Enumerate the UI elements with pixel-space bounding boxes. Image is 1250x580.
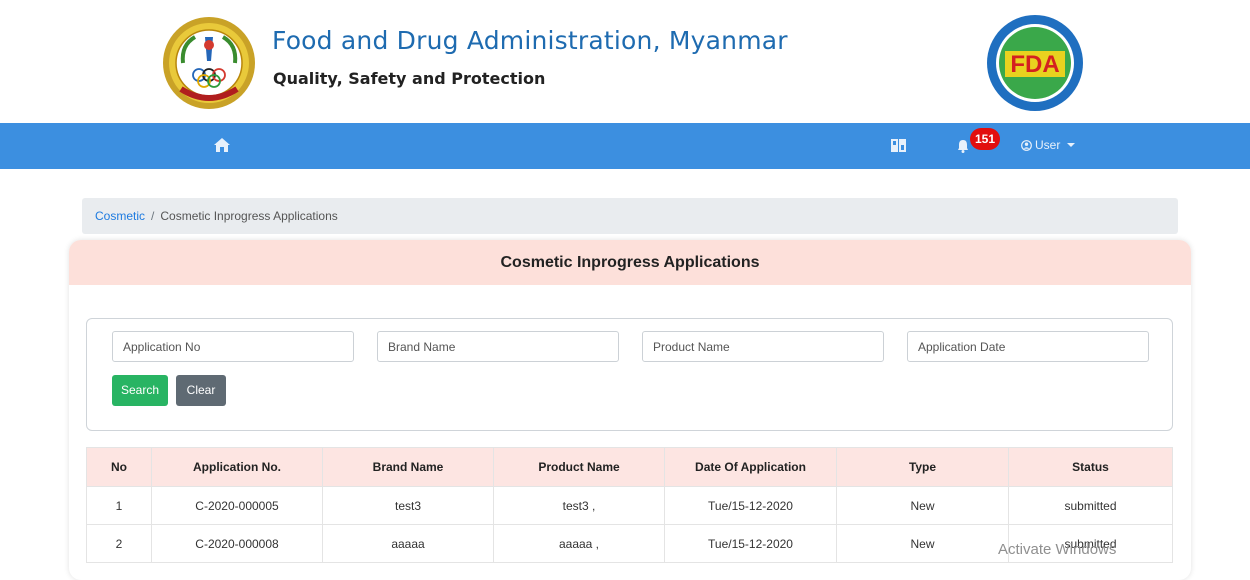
brand-name-input[interactable] — [377, 331, 619, 362]
column-header-date-of-application: Date Of Application — [664, 447, 837, 487]
cell-brand-name: test3 — [322, 486, 494, 525]
column-header-brand-name: Brand Name — [322, 447, 494, 487]
card-title: Cosmetic Inprogress Applications — [69, 240, 1191, 285]
column-header-no: No — [86, 447, 152, 487]
column-header-product-name: Product Name — [493, 447, 665, 487]
top-navbar: 151 User — [0, 123, 1250, 169]
clear-button[interactable]: Clear — [176, 375, 226, 406]
cell-date-of-application: Tue/15-12-2020 — [664, 486, 837, 525]
cell-no: 2 — [86, 524, 152, 563]
table-header-row: No Application No. Brand Name Product Na… — [86, 447, 1173, 487]
application-date-input[interactable] — [907, 331, 1149, 362]
user-circle-icon — [1021, 139, 1032, 151]
site-header: Food and Drug Administration, Myanmar Qu… — [0, 0, 1250, 123]
column-header-application-no: Application No. — [151, 447, 323, 487]
page-title: Food and Drug Administration, Myanmar — [272, 26, 788, 55]
cell-application-no: C-2020-000008 — [151, 524, 323, 563]
user-menu[interactable]: User — [1021, 138, 1076, 152]
breadcrumb-separator: / — [151, 209, 155, 223]
table-row[interactable]: 1 C-2020-000005 test3 test3 , Tue/15-12-… — [86, 486, 1173, 525]
cell-brand-name: aaaaa — [322, 524, 494, 563]
breadcrumb: Cosmetic / Cosmetic Inprogress Application… — [82, 198, 1178, 234]
home-icon[interactable] — [213, 137, 231, 153]
page-subtitle: Quality, Safety and Protection — [273, 69, 546, 88]
cell-product-name: aaaaa , — [493, 524, 665, 563]
cell-status: submitted — [1008, 486, 1173, 525]
cell-date-of-application: Tue/15-12-2020 — [664, 524, 837, 563]
bell-icon[interactable] — [957, 139, 969, 153]
cell-type: New — [836, 524, 1009, 563]
windows-activation-watermark: Activate Windows — [998, 541, 1117, 558]
search-panel: Search Clear — [86, 318, 1173, 431]
cell-type: New — [836, 486, 1009, 525]
column-header-status: Status — [1008, 447, 1173, 487]
cell-product-name: test3 , — [493, 486, 665, 525]
application-no-input[interactable] — [112, 331, 354, 362]
breadcrumb-link-cosmetic[interactable]: Cosmetic — [95, 209, 145, 223]
column-header-type: Type — [836, 447, 1009, 487]
product-name-input[interactable] — [642, 331, 884, 362]
search-button[interactable]: Search — [112, 375, 168, 406]
map-book-icon[interactable] — [890, 137, 908, 155]
fda-logo-text: FDA — [1010, 51, 1059, 78]
ministry-seal-logo — [163, 17, 255, 109]
user-label: User — [1035, 138, 1061, 152]
applications-card: Cosmetic Inprogress Applications Search … — [69, 240, 1191, 580]
fda-logo: FDA — [987, 15, 1083, 111]
notification-badge[interactable]: 151 — [970, 128, 1000, 150]
cell-no: 1 — [86, 486, 152, 525]
cell-application-no: C-2020-000005 — [151, 486, 323, 525]
caret-down-icon — [1067, 143, 1076, 147]
breadcrumb-current: Cosmetic Inprogress Applications — [160, 209, 338, 223]
